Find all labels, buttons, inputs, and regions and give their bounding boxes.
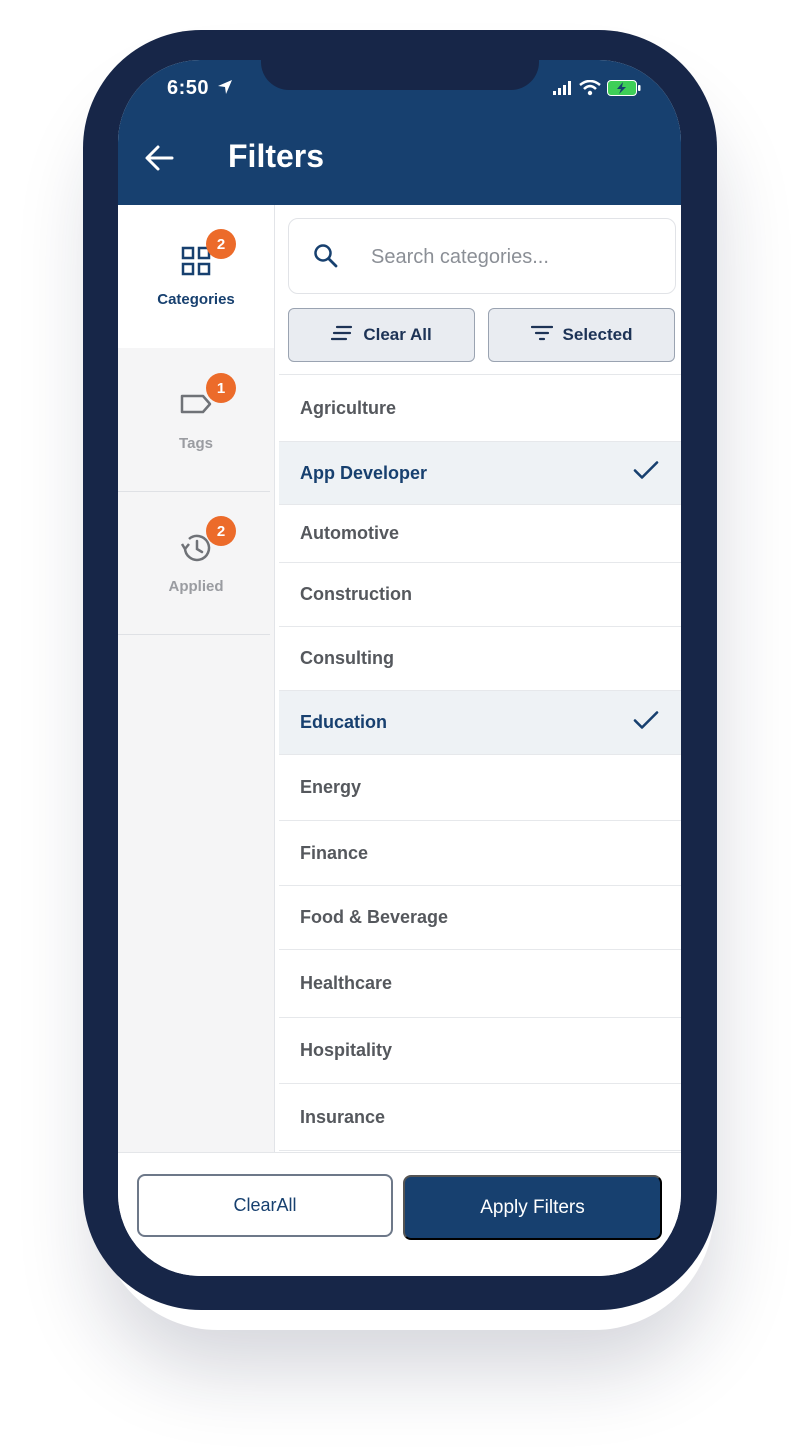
badge-applied: 2 bbox=[206, 516, 236, 546]
category-label: Finance bbox=[300, 842, 369, 863]
sidebar-item-categories[interactable]: 2 Categories bbox=[118, 205, 274, 348]
category-label: Consulting bbox=[300, 648, 394, 668]
sort-lines-icon bbox=[331, 325, 353, 346]
sidebar-label-categories: Categories bbox=[157, 291, 235, 308]
category-label: Healthcare bbox=[300, 973, 393, 993]
side-icon-wrap: 1 bbox=[176, 373, 236, 425]
search-box[interactable] bbox=[288, 218, 676, 294]
notch bbox=[261, 60, 539, 90]
category-row[interactable]: Automotive bbox=[279, 505, 681, 563]
clear-all-chip-label: Clear All bbox=[363, 325, 432, 344]
category-row[interactable]: Finance bbox=[279, 821, 681, 886]
status-time: 6:50 bbox=[167, 77, 210, 99]
selected-chip-label: Selected bbox=[562, 325, 633, 344]
badge-categories: 2 bbox=[206, 229, 236, 259]
category-row[interactable]: Agriculture bbox=[279, 375, 681, 442]
sidebar-item-applied[interactable]: 2 Applied bbox=[118, 492, 274, 635]
category-row[interactable]: Energy bbox=[279, 755, 681, 821]
category-row[interactable]: Insurance bbox=[279, 1084, 681, 1151]
category-row[interactable]: Construction bbox=[279, 563, 681, 627]
app-header: 6:50 Filters bbox=[118, 60, 681, 205]
filter-icon bbox=[530, 325, 553, 346]
category-label: Food & Beverage bbox=[300, 907, 449, 927]
apply-filters-button[interactable]: Apply Filters bbox=[403, 1175, 662, 1240]
category-label: Energy bbox=[300, 777, 362, 797]
wifi-icon bbox=[579, 79, 601, 101]
divider bbox=[118, 634, 270, 635]
category-label: App Developer bbox=[300, 462, 428, 483]
category-list: Agriculture App Developer Automotive Constr… bbox=[279, 374, 681, 1153]
category-row[interactable]: Healthcare bbox=[279, 950, 681, 1018]
clear-all-button[interactable]: ClearAll bbox=[137, 1174, 393, 1237]
sidebar-label-applied: Applied bbox=[168, 578, 224, 595]
sidebar-item-tags[interactable]: 1 Tags bbox=[118, 349, 274, 492]
footer-actions: ClearAll Apply Filters bbox=[118, 1152, 681, 1276]
category-row[interactable]: Hospitality bbox=[279, 1018, 681, 1084]
signal-icon bbox=[553, 81, 573, 100]
badge-tags: 1 bbox=[206, 373, 236, 403]
clear-all-chip[interactable]: Clear All bbox=[288, 308, 475, 362]
screen: 6:50 Filters 2 Categories 1 Tags 2 Appli… bbox=[118, 60, 681, 1276]
category-row[interactable]: App Developer bbox=[279, 442, 681, 505]
category-label: Education bbox=[300, 712, 388, 732]
side-icon-wrap: 2 bbox=[176, 229, 236, 281]
side-icon-wrap: 2 bbox=[176, 516, 236, 568]
search-input[interactable] bbox=[369, 239, 663, 275]
category-label: Agriculture bbox=[300, 397, 397, 418]
status-icons bbox=[553, 79, 641, 101]
page-title: Filters bbox=[228, 138, 325, 174]
back-arrow-icon[interactable] bbox=[144, 144, 174, 177]
location-arrow-icon bbox=[217, 79, 233, 100]
battery-icon bbox=[607, 80, 641, 101]
category-label: Automotive bbox=[300, 523, 399, 543]
category-label: Insurance bbox=[300, 1106, 386, 1127]
selected-chip[interactable]: Selected bbox=[488, 308, 675, 362]
search-icon bbox=[313, 243, 339, 274]
category-label: Construction bbox=[300, 584, 412, 604]
checkmark-icon bbox=[633, 461, 659, 486]
category-label: Hospitality bbox=[300, 1040, 393, 1060]
category-row[interactable]: Food & Beverage bbox=[279, 886, 681, 950]
checkmark-icon bbox=[633, 710, 659, 735]
category-row[interactable]: Education bbox=[279, 691, 681, 755]
filter-sidebar: 2 Categories 1 Tags 2 Applied bbox=[118, 205, 275, 1152]
category-row[interactable]: Consulting bbox=[279, 627, 681, 691]
sidebar-label-tags: Tags bbox=[179, 435, 213, 452]
